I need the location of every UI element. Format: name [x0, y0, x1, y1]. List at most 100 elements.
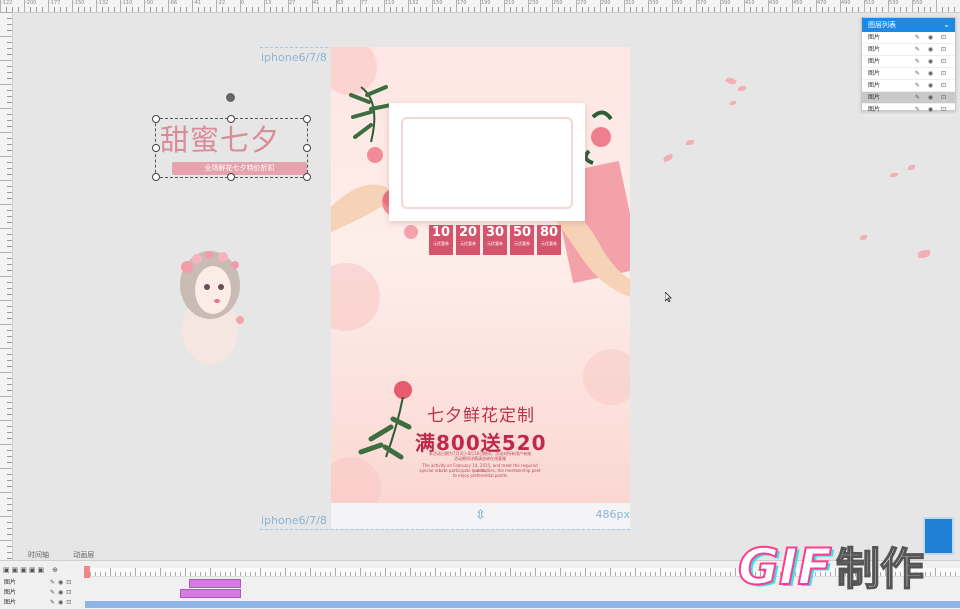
ruler-label: 170 — [457, 0, 467, 6]
ruler-tick — [7, 546, 12, 547]
ruler-label: 370 — [697, 0, 707, 6]
resize-handle[interactable] — [303, 115, 311, 123]
timeline-tick — [450, 572, 451, 576]
layer-row[interactable]: 图片 ✎ ◉ ⊡ — [862, 44, 955, 56]
ruler-label: 270 — [577, 0, 587, 6]
layer-icon[interactable]: ▣ — [12, 566, 21, 574]
resize-height-icon[interactable]: ⇳ — [475, 508, 486, 523]
timeline-row[interactable]: 图片 ✎◉⊡ — [0, 578, 85, 588]
ruler-tick — [66, 7, 67, 12]
ruler-tick — [378, 7, 379, 12]
layer-row[interactable]: 图片 ✎ ◉ ⊡ — [862, 80, 955, 92]
layer-row-icons[interactable]: ✎ ◉ ⊡ — [915, 92, 949, 103]
ruler-tick — [0, 228, 12, 229]
ruler-tick — [7, 96, 12, 97]
ruler-tick — [900, 7, 901, 12]
ruler-tick — [882, 7, 883, 12]
layer-row-icons[interactable]: ✎ ◉ ⊡ — [915, 44, 949, 55]
timeline-tick — [215, 572, 216, 576]
ruler-tick — [558, 7, 559, 12]
timeline-clip-bar[interactable] — [180, 589, 241, 598]
ruler-tick — [666, 7, 667, 12]
ruler-tick — [7, 72, 12, 73]
ruler-horizontal[interactable]: -122 -200 -177 -150 -132 -110 -90 -66 -41 -22 0 13 2… — [0, 0, 960, 13]
ruler-tick — [714, 7, 715, 12]
timeline-scrollbar[interactable] — [85, 601, 960, 608]
layer-row-icons[interactable]: ✎ ◉ ⊡ — [915, 80, 949, 91]
chevron-down-icon[interactable]: ⌄ — [943, 18, 950, 32]
layer-icon[interactable]: ▣ — [20, 566, 29, 574]
timeline-tick — [635, 568, 636, 576]
resize-handle[interactable] — [227, 115, 235, 123]
ruler-tick — [7, 126, 12, 127]
ruler-tick — [7, 354, 12, 355]
resize-handle[interactable] — [152, 144, 160, 152]
timeline-row-icons[interactable]: ✎◉⊡ — [50, 588, 74, 598]
ruler-vertical[interactable] — [0, 12, 13, 560]
discount-tag-value: 80 — [539, 225, 559, 240]
resize-handle[interactable] — [303, 173, 311, 181]
layer-icon[interactable]: ▣ — [29, 566, 38, 574]
ruler-tick — [7, 144, 12, 145]
layer-row[interactable]: 图片 ✎ ◉ ⊡ — [862, 92, 955, 104]
layer-row-icons[interactable]: ✎ ◉ ⊡ — [915, 32, 949, 43]
ruler-tick — [462, 7, 463, 12]
ruler-tick — [510, 7, 511, 12]
ruler-tick — [372, 7, 373, 12]
poster-artboard[interactable]: 10 元优惠券 20 元优惠券 30 元优惠券 50 元优惠券 80 元优惠券 七夕鲜花定制 满8… — [331, 47, 630, 503]
tab-animation-layer[interactable]: 动画层 — [73, 551, 94, 559]
layers-panel[interactable]: 图层列表 ⌄ 图片 ✎ ◉ ⊡ 图片 ✎ ◉ ⊡ 图片 ✎ ◉ ⊡ 图片 ✎ ◉ ⊡ 图片 ✎ ◉… — [861, 17, 956, 116]
timeline-tick — [290, 572, 291, 576]
layer-row[interactable]: 图片 ✎ ◉ ⊡ — [862, 32, 955, 44]
timeline-tick — [565, 572, 566, 576]
discount-tag: 80 元优惠券 — [537, 225, 561, 255]
timeline-tick — [390, 572, 391, 576]
ruler-tick — [660, 7, 661, 12]
timeline-clip-bar[interactable] — [189, 579, 241, 588]
add-keyframe-icon[interactable]: ⊕ — [52, 566, 60, 574]
timeline-row[interactable]: 图片 ✎◉⊡ — [0, 598, 85, 608]
timeline-tick — [630, 572, 631, 576]
layer-row[interactable]: 图片 ✎ ◉ ⊡ — [862, 104, 955, 116]
timeline-playhead[interactable] — [84, 566, 90, 578]
resize-handle[interactable] — [152, 173, 160, 181]
layer-row-icons[interactable]: ✎ ◉ ⊡ — [915, 56, 949, 67]
petal-decoration — [918, 250, 930, 258]
ruler-tick — [954, 7, 955, 12]
timeline-row-icons[interactable]: ✎◉⊡ — [50, 578, 74, 588]
layer-row-icons[interactable]: ✎ ◉ ⊡ — [915, 104, 949, 115]
resize-handle[interactable] — [227, 173, 235, 181]
layer-icon[interactable]: ▣ — [38, 566, 47, 574]
timeline-tick — [655, 572, 656, 576]
discount-tag-value: 50 — [512, 225, 532, 240]
artboard-footer: ⇳ 486px — [331, 503, 630, 529]
fine-print-line: to enjoy preferential points — [452, 473, 508, 478]
timeline-row[interactable]: 图片 ✎◉⊡ — [0, 588, 85, 598]
ruler-label: -150 — [73, 0, 85, 6]
resize-handle[interactable] — [152, 115, 160, 123]
layer-icon[interactable]: ▣ — [3, 566, 12, 574]
layer-row-label: 图片 — [868, 70, 881, 77]
timeline-toolbar[interactable]: ▣▣▣▣▣ ⊕ — [3, 566, 60, 574]
timeline-tick — [520, 572, 521, 576]
timeline-tick — [200, 572, 201, 576]
ruler-tick — [738, 7, 739, 12]
ruler-tick — [876, 7, 877, 12]
layer-row[interactable]: 图片 ✎ ◉ ⊡ — [862, 56, 955, 68]
girl-illustration[interactable] — [165, 235, 260, 365]
ruler-tick — [7, 54, 12, 55]
layer-row-icons[interactable]: ✎ ◉ ⊡ — [915, 68, 949, 79]
timeline-tick — [470, 572, 471, 576]
timeline-row-icons[interactable]: ✎◉⊡ — [50, 598, 74, 608]
tab-timeline[interactable]: 时间轴 — [28, 551, 49, 559]
ruler-tick — [750, 7, 751, 12]
layers-panel-header[interactable]: 图层列表 ⌄ — [862, 18, 955, 32]
layer-row[interactable]: 图片 ✎ ◉ ⊡ — [862, 68, 955, 80]
selection-box[interactable] — [152, 115, 311, 181]
timeline-tabs[interactable]: 时间轴 动画层 — [28, 550, 94, 560]
timeline-tick — [545, 572, 546, 576]
ruler-label: 230 — [529, 0, 539, 6]
resize-handle[interactable] — [303, 144, 311, 152]
rotate-handle-icon[interactable] — [226, 93, 235, 102]
ruler-label: 27 — [289, 0, 296, 6]
